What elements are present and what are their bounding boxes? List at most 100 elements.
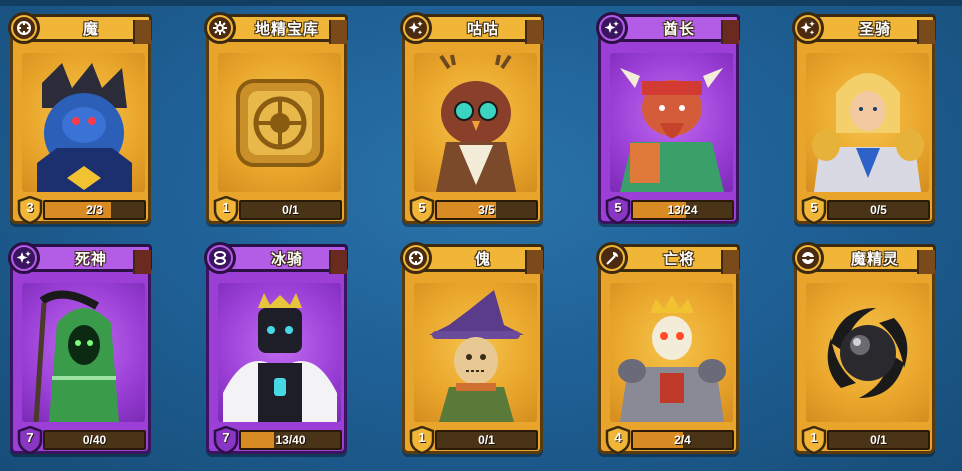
level-number: 5 (614, 200, 622, 215)
card-progress-row: 1 0/1 (801, 425, 934, 455)
hero-name: 魔精灵 (850, 250, 899, 268)
level-number: 1 (418, 430, 426, 445)
gear-icon (209, 17, 231, 39)
card-progress-row: 5 3/5 (409, 195, 542, 225)
progress-bar: 2/4 (631, 430, 734, 450)
hero-card[interactable]: 3 2/3 魔 (8, 12, 155, 225)
owl-druid-portrait (414, 53, 537, 192)
level-number: 7 (26, 430, 34, 445)
hero-card[interactable]: 7 13/40 冰骑 (204, 242, 351, 455)
hero-card[interactable]: 1 0/1 傀 (400, 242, 547, 455)
progress-bar: 0/5 (827, 200, 930, 220)
hero-name: 魔 (82, 20, 99, 38)
banner-tab (721, 20, 739, 44)
card-name-banner: 冰骑 (218, 244, 348, 274)
card-name-banner: 傀 (414, 244, 544, 274)
hero-name: 冰骑 (270, 250, 303, 268)
level-shield: 4 (605, 425, 631, 455)
card-frame: 4 2/4 (598, 258, 739, 455)
hero-card[interactable]: 4 2/4 亡将 (596, 242, 743, 455)
scarecrow-portrait (414, 283, 537, 422)
card-frame: 7 0/40 (10, 258, 151, 455)
level-number: 1 (810, 430, 818, 445)
level-shield: 5 (409, 195, 435, 225)
card-name-banner: 酋长 (610, 14, 740, 44)
dark-orb-portrait (806, 283, 929, 422)
sparkle-icon (405, 17, 427, 39)
banner-tab (329, 20, 347, 44)
hero-card[interactable]: 5 13/24 酋长 (596, 12, 743, 225)
hero-name: 死神 (74, 250, 107, 268)
hero-name: 地精宝库 (254, 20, 319, 38)
card-frame: 5 0/5 (794, 28, 935, 225)
class-badge (8, 242, 40, 274)
progress-text: 0/1 (870, 433, 887, 447)
hero-name: 酋长 (662, 20, 695, 38)
level-shield: 7 (213, 425, 239, 455)
hero-card[interactable]: 7 0/40 死神 (8, 242, 155, 455)
progress-text: 3/5 (478, 203, 495, 217)
hero-card[interactable]: 1 0/1 魔精灵 (792, 242, 939, 455)
level-shield: 5 (801, 195, 827, 225)
progress-bar: 3/5 (435, 200, 538, 220)
card-name-banner: 地精宝库 (218, 14, 348, 44)
hero-card-grid: 3 2/3 魔 1 0/1 地精宝库 5 3/5 咕咕 5 13/24 酋长 5 0/5 圣骑 7 0/40 死神… (0, 0, 962, 471)
progress-bar: 0/1 (827, 430, 930, 450)
progress-bar: 0/40 (43, 430, 146, 450)
progress-text: 13/24 (667, 203, 698, 217)
class-badge (8, 12, 40, 44)
card-frame: 5 3/5 (402, 28, 543, 225)
card-name-banner: 咕咕 (414, 14, 544, 44)
progress-text: 0/5 (870, 203, 887, 217)
hero-name: 圣骑 (858, 20, 891, 38)
card-progress-row: 4 2/4 (605, 425, 738, 455)
card-frame: 3 2/3 (10, 28, 151, 225)
class-badge (596, 12, 628, 44)
progress-text: 2/4 (674, 433, 691, 447)
class-badge (792, 242, 824, 274)
sparkle-icon (13, 247, 35, 269)
target-icon (13, 17, 35, 39)
card-progress-row: 5 0/5 (801, 195, 934, 225)
card-progress-row: 7 13/40 (213, 425, 346, 455)
card-progress-row: 3 2/3 (17, 195, 150, 225)
level-shield: 3 (17, 195, 43, 225)
class-badge (400, 12, 432, 44)
progress-bar: 0/1 (435, 430, 538, 450)
class-badge (596, 242, 628, 274)
progress-bar: 2/3 (43, 200, 146, 220)
card-progress-row: 1 0/1 (409, 425, 542, 455)
infinity-icon (209, 247, 231, 269)
class-badge (204, 12, 236, 44)
hero-card[interactable]: 5 3/5 咕咕 (400, 12, 547, 225)
progress-bar: 13/40 (239, 430, 342, 450)
banner-tab (525, 250, 543, 274)
progress-text: 0/40 (82, 433, 107, 447)
card-progress-row: 5 13/24 (605, 195, 738, 225)
hero-card[interactable]: 5 0/5 圣骑 (792, 12, 939, 225)
card-name-banner: 死神 (22, 244, 152, 274)
progress-text: 13/40 (275, 433, 306, 447)
banner-tab (917, 250, 935, 274)
hero-card[interactable]: 1 0/1 地精宝库 (204, 12, 351, 225)
banner-tab (133, 250, 151, 274)
banner-tab (525, 20, 543, 44)
level-number: 5 (418, 200, 426, 215)
target-icon (405, 247, 427, 269)
progress-text: 0/1 (282, 203, 299, 217)
ice-knight-portrait (218, 283, 341, 422)
demon-knight-portrait (22, 53, 145, 192)
progress-bar: 0/1 (239, 200, 342, 220)
level-number: 4 (614, 430, 622, 445)
card-frame: 1 0/1 (206, 28, 347, 225)
card-name-banner: 魔 (22, 14, 152, 44)
level-shield: 7 (17, 425, 43, 455)
card-frame: 1 0/1 (402, 258, 543, 455)
level-number: 5 (810, 200, 818, 215)
level-number: 1 (222, 200, 230, 215)
sparkle-icon (797, 17, 819, 39)
card-progress-row: 7 0/40 (17, 425, 150, 455)
minotaur-chief-portrait (610, 53, 733, 192)
progress-text: 2/3 (86, 203, 103, 217)
banner-tab (133, 20, 151, 44)
